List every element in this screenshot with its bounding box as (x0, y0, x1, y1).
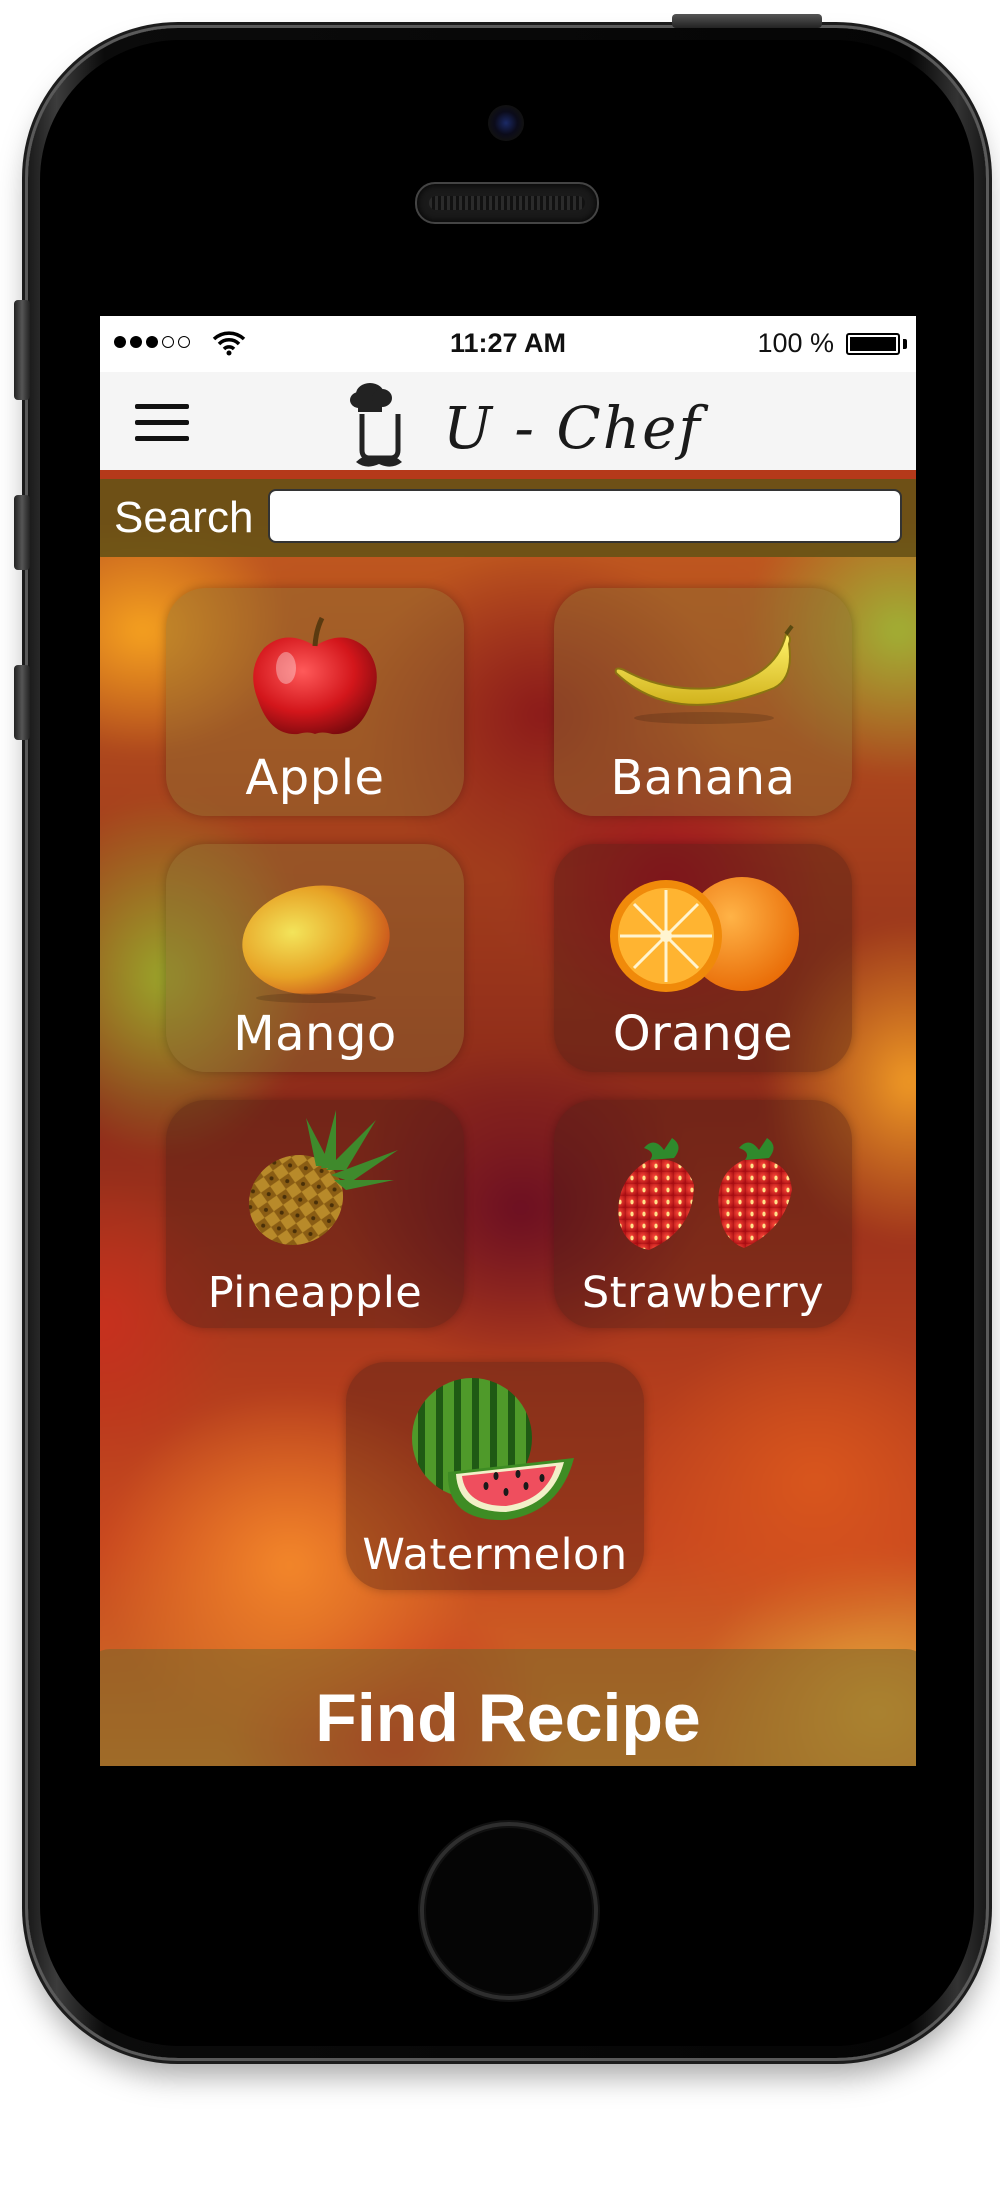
battery-icon (846, 333, 900, 355)
fruit-label: Strawberry (581, 1268, 825, 1318)
header: U - Chef (100, 372, 916, 470)
app-screen: 11:27 AM 100 % U - Chef Search Apple Ban… (100, 316, 916, 1766)
hamburger-menu-icon[interactable] (135, 404, 189, 442)
battery-nub (903, 339, 907, 349)
app-title: U - Chef (443, 394, 702, 462)
search-input[interactable] (268, 489, 902, 543)
fruit-tile-pineapple[interactable]: Pineapple (166, 1100, 464, 1328)
battery-percentage: 100 % (757, 328, 834, 358)
watermelon-icon (412, 1378, 574, 1521)
banana-icon (614, 624, 794, 724)
search-bar: Search (100, 479, 916, 557)
fruit-label: Orange (612, 1006, 794, 1062)
orange-icon (610, 877, 799, 992)
earpiece-speaker (415, 182, 599, 224)
fruit-label: Apple (245, 750, 385, 806)
fruit-label: Pineapple (207, 1268, 423, 1318)
front-camera-icon (488, 105, 524, 141)
find-recipe-button[interactable]: Find Recipe (100, 1649, 916, 1766)
fruit-tile-apple[interactable]: Apple (166, 588, 464, 816)
mute-switch (14, 300, 30, 400)
search-label: Search (114, 493, 254, 542)
fruit-tile-mango[interactable]: Mango (166, 844, 464, 1072)
find-recipe-label: Find Recipe (315, 1680, 701, 1756)
fruit-label: Banana (610, 750, 796, 806)
fruit-tile-banana[interactable]: Banana (554, 588, 852, 816)
strawberry-icon (618, 1138, 792, 1250)
pineapple-icon (248, 1110, 398, 1246)
apple-icon (253, 616, 377, 735)
fruit-label: Mango (233, 1006, 397, 1062)
status-bar: 11:27 AM 100 % (100, 316, 916, 372)
fruit-tile-watermelon[interactable]: Watermelon (346, 1362, 644, 1590)
chef-hat-mustache-icon (350, 383, 402, 467)
fruit-tile-strawberry[interactable]: Strawberry (554, 1100, 852, 1328)
power-button (672, 14, 822, 28)
home-button[interactable] (420, 1822, 598, 2000)
fruit-label: Watermelon (362, 1530, 628, 1580)
volume-up-button (14, 495, 30, 570)
mango-icon (242, 885, 390, 1003)
fruit-tile-orange[interactable]: Orange (554, 844, 852, 1072)
volume-down-button (14, 665, 30, 740)
